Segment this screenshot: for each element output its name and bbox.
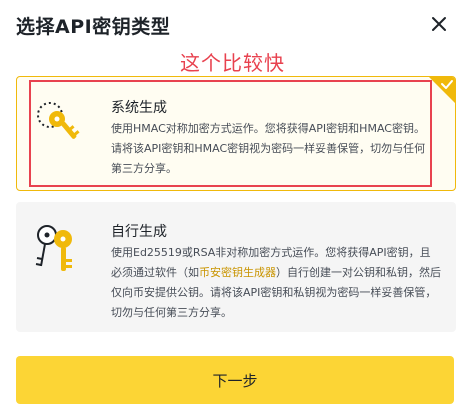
- close-button[interactable]: [425, 10, 453, 38]
- selected-check-icon: [429, 77, 455, 103]
- key-generator-link[interactable]: 币安密钥生成器: [199, 266, 276, 279]
- option-description: 使用HMAC对称加密方式运作。您将获得API密钥和HMAC密钥。请将该API密钥…: [111, 122, 426, 175]
- dialog-title: 选择API密钥类型: [16, 16, 171, 38]
- option-title: 自行生成: [111, 224, 167, 240]
- next-button[interactable]: 下一步: [16, 356, 454, 404]
- option-system-generated[interactable]: 系统生成 使用HMAC对称加密方式运作。您将获得API密钥和HMAC密钥。请将该…: [16, 76, 456, 191]
- key-icon: [37, 102, 80, 139]
- annotation-note: 这个比较快: [180, 51, 285, 75]
- keys-icon: [35, 225, 72, 271]
- option-title: 系统生成: [111, 100, 167, 116]
- close-icon: [432, 17, 446, 31]
- option-description: 使用Ed25519或RSA非对称加密方式运作。您将获得API密钥，且必须通过软件…: [111, 243, 441, 323]
- option-self-generated[interactable]: 自行生成 使用Ed25519或RSA非对称加密方式运作。您将获得API密钥，且必…: [16, 202, 456, 332]
